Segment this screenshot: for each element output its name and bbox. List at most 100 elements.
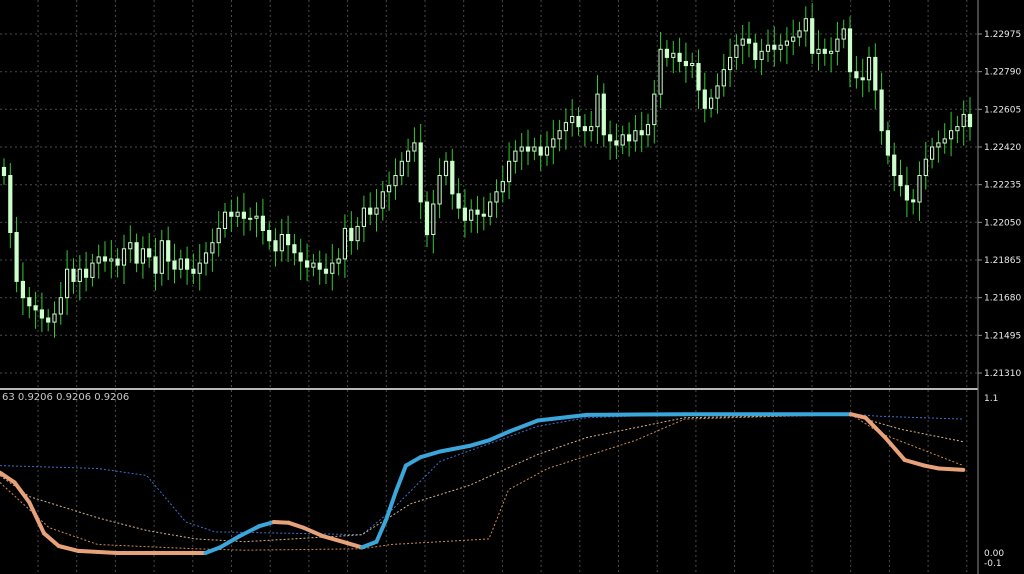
candle bbox=[84, 251, 89, 292]
candle bbox=[525, 129, 531, 166]
candle bbox=[519, 133, 524, 170]
candle bbox=[860, 58, 865, 98]
candle bbox=[336, 248, 341, 276]
candle-body bbox=[892, 154, 897, 177]
candle-body bbox=[178, 258, 183, 270]
candle-body bbox=[765, 44, 771, 52]
candle-body bbox=[159, 240, 164, 274]
candle-body bbox=[961, 113, 966, 128]
candle bbox=[481, 196, 486, 231]
candle-body bbox=[267, 230, 272, 242]
price-tick-label: 1.21680 bbox=[984, 294, 1021, 304]
candle-body bbox=[664, 48, 669, 58]
candle-body bbox=[721, 69, 726, 87]
candle-body bbox=[431, 203, 436, 235]
indicator-main-line bbox=[42, 531, 61, 548]
indicator-main-line bbox=[12, 480, 32, 505]
price-axis: 1.22975 1.22790 1.22605 1.22420 1.22235 1.220… bbox=[978, 30, 1021, 569]
candle-body bbox=[904, 185, 909, 201]
candle bbox=[121, 234, 127, 284]
candle-body bbox=[65, 268, 70, 299]
candle-body bbox=[102, 256, 108, 262]
candle-body bbox=[361, 207, 366, 227]
candle bbox=[746, 21, 752, 58]
candle bbox=[323, 253, 329, 284]
candle-body bbox=[942, 138, 947, 144]
candle-body bbox=[627, 134, 632, 142]
candle bbox=[582, 114, 587, 147]
candle-body bbox=[595, 93, 600, 128]
candle-body bbox=[185, 258, 190, 270]
candle-body bbox=[847, 28, 853, 73]
candle bbox=[14, 216, 19, 293]
indicator-main-line bbox=[902, 458, 927, 468]
candle-body bbox=[355, 225, 360, 242]
candle bbox=[1, 158, 7, 185]
candle-body bbox=[620, 134, 625, 146]
candle bbox=[298, 238, 303, 280]
candle-body bbox=[323, 268, 329, 274]
indicator-main-line bbox=[848, 412, 868, 420]
candle bbox=[683, 42, 688, 83]
candle bbox=[532, 137, 537, 161]
price-tick-label: 1.21865 bbox=[984, 256, 1021, 266]
candle-body bbox=[841, 28, 846, 40]
candle bbox=[696, 49, 701, 109]
candle bbox=[330, 244, 335, 291]
indicator-tick-label: -0.1 bbox=[984, 559, 1002, 569]
candle-body bbox=[84, 268, 89, 278]
candle bbox=[260, 198, 265, 245]
indicator-main-line bbox=[56, 544, 81, 553]
candle bbox=[923, 141, 928, 190]
candle bbox=[797, 21, 802, 47]
indicator-main-line bbox=[438, 443, 472, 454]
candle-body bbox=[551, 138, 556, 148]
candle-body bbox=[930, 146, 935, 160]
candle bbox=[393, 158, 398, 200]
candle bbox=[898, 159, 903, 197]
candle bbox=[90, 253, 95, 287]
candle bbox=[949, 111, 954, 157]
candle-body bbox=[210, 242, 215, 254]
candle bbox=[311, 253, 316, 277]
candle-body bbox=[134, 242, 139, 264]
candle-body bbox=[286, 234, 291, 246]
candle bbox=[210, 228, 215, 272]
indicator-main-line bbox=[27, 500, 46, 536]
price-tick-label: 1.22790 bbox=[984, 68, 1021, 78]
candle-body bbox=[172, 260, 177, 270]
candle-body bbox=[854, 71, 859, 79]
candle bbox=[627, 122, 632, 157]
candle bbox=[595, 75, 600, 144]
candle bbox=[513, 140, 518, 174]
candle-body bbox=[305, 260, 310, 268]
candle-body bbox=[216, 227, 221, 244]
candle-body bbox=[254, 215, 259, 219]
candle-body bbox=[734, 44, 739, 58]
indicator-main-line bbox=[506, 418, 540, 434]
candle bbox=[273, 228, 278, 267]
candle-body bbox=[109, 258, 114, 262]
candle bbox=[690, 52, 695, 78]
candle bbox=[20, 262, 25, 315]
candle-body bbox=[753, 42, 758, 60]
candle-body bbox=[197, 262, 202, 274]
candle-body bbox=[866, 56, 872, 81]
candle bbox=[46, 308, 51, 332]
candle bbox=[551, 119, 556, 165]
candle-body bbox=[873, 56, 878, 91]
candle bbox=[292, 233, 297, 266]
candle-body bbox=[791, 36, 796, 42]
candle bbox=[140, 236, 146, 279]
indicator-main-line bbox=[936, 466, 966, 472]
candle bbox=[917, 161, 922, 221]
candle-body bbox=[608, 134, 613, 142]
candle bbox=[709, 89, 714, 118]
candle bbox=[759, 38, 764, 76]
candle-body bbox=[1, 166, 7, 176]
candle-body bbox=[614, 140, 619, 146]
indicator-main-line bbox=[487, 429, 511, 443]
candle-body bbox=[456, 193, 461, 209]
candle bbox=[500, 165, 505, 203]
candle bbox=[8, 163, 13, 249]
